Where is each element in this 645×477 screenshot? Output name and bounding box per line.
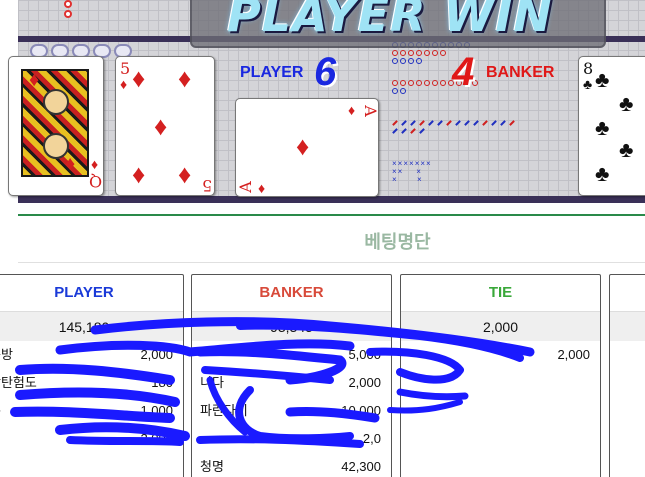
extra-bet-column — [609, 274, 645, 477]
banker-column-header: BANKER — [259, 284, 324, 301]
diamond-icon: ♦ — [348, 102, 356, 118]
banker-column-total: 93,345 — [192, 311, 391, 341]
bet-amount: 10,000 — [341, 403, 381, 418]
player-card-five: 5 ♦ ♦ ♦ ♦ ♦ ♦ 5 — [115, 56, 215, 196]
card-rank: 5 — [120, 59, 131, 78]
card-rank: 5 — [202, 176, 213, 195]
list-item: 쫀 1,000 — [0, 397, 183, 425]
tie-column-total: 2,000 — [401, 311, 600, 341]
club-icon: ♣ — [583, 76, 593, 92]
card-rank: 8 — [583, 59, 594, 78]
diamond-icon: ♦ — [29, 69, 40, 91]
small-road-marks: × × — [392, 175, 423, 184]
diamond-icon: ♦ — [178, 159, 192, 189]
card-rank: Q — [89, 172, 103, 191]
diamond-icon: ♦ — [296, 131, 310, 161]
section-divider — [18, 214, 645, 216]
bet-amount: 42,300 — [341, 459, 381, 474]
diamond-icon: ♦ — [120, 76, 128, 92]
club-icon: ♣ — [595, 67, 610, 92]
list-item: 2,000 — [401, 341, 600, 369]
diamond-icon: ♦ — [258, 180, 266, 196]
big-road-row — [392, 88, 406, 94]
bet-amount: 2,0 — [362, 431, 381, 446]
player-card-ace: A ♦ ♦ A ♦ — [235, 98, 379, 197]
bettor-name: 는방 — [0, 347, 13, 362]
bead-road-column — [64, 0, 72, 22]
bet-amount: 2,000 — [557, 347, 590, 362]
section-underline — [18, 262, 645, 263]
extra-column-total — [610, 311, 645, 341]
bettor-name: 파란다이 — [200, 403, 248, 418]
bet-amount: 180 — [151, 375, 173, 390]
bettor-name: 청명 — [200, 459, 224, 474]
bettor-name: 킴 — [0, 425, 1, 453]
bet-amount: 2,000 — [348, 375, 381, 390]
betting-list-title: 베팅명단 — [364, 232, 431, 252]
club-icon: ♣ — [595, 115, 610, 140]
tie-bet-column: TIE 2,000 2,000 — [400, 274, 601, 477]
queen-face-icon — [43, 89, 69, 115]
diamond-icon: ♦ — [132, 63, 146, 93]
list-item: 방탄험도 180 — [0, 369, 183, 397]
player-score: 6 — [314, 50, 337, 94]
list-item: 5,000 — [192, 341, 391, 369]
cockroach-road — [392, 120, 515, 126]
list-item: 청명 42,300 — [192, 453, 391, 477]
diamond-icon: ♦ — [132, 159, 146, 189]
diamond-icon: ♦ — [91, 156, 99, 172]
club-icon: ♣ — [619, 137, 634, 162]
list-item: 2,0 — [192, 425, 391, 453]
club-icon: ♣ — [619, 91, 634, 116]
player-column-total: 145,180 — [0, 311, 183, 341]
banker-score: 4 — [452, 50, 475, 94]
big-road-row — [392, 50, 446, 56]
result-banner-text: PLAYER WIN — [227, 0, 553, 42]
list-item: 킴 2,000 — [0, 425, 183, 453]
table-rail-bottom — [18, 196, 645, 203]
bet-amount: 2,000 — [140, 431, 173, 446]
bet-amount: 5,000 — [348, 347, 381, 362]
club-icon: ♣ — [595, 161, 610, 186]
list-item: 파란다이 10,000 — [192, 397, 391, 425]
card-rank: A — [235, 181, 255, 193]
player-card-queen: ♦ ♦ Q ♦ — [8, 56, 104, 196]
player-column-header: PLAYER — [54, 284, 114, 301]
list-item: 니다 2,000 — [192, 369, 391, 397]
big-road-row — [392, 58, 422, 64]
diamond-icon: ♦ — [154, 111, 168, 141]
card-rank: A — [360, 105, 379, 117]
cockroach-road — [392, 128, 425, 134]
bet-amount: 2,000 — [140, 347, 173, 362]
bet-amount: 1,000 — [140, 403, 173, 418]
bettor-name: 니다 — [200, 375, 224, 390]
player-label: PLAYER — [240, 64, 304, 81]
banker-card-eight: 8 ♣ ♣ ♣ ♣ ♣ ♣ — [578, 56, 645, 196]
diamond-icon: ♦ — [178, 63, 192, 93]
banker-bet-column: BANKER 93,345 5,000 니다 2,000 파란다이 10,000 2… — [191, 274, 392, 477]
bettor-name: 쫀 — [0, 397, 1, 425]
banker-label: BANKER — [486, 64, 555, 81]
player-bet-column: PLAYER 145,180 는방 2,000 방탄험도 180 쫀 1,000 킴 2… — [0, 274, 184, 477]
list-item: 는방 2,000 — [0, 341, 183, 369]
extra-column-header — [610, 275, 645, 311]
tie-column-header: TIE — [488, 284, 513, 301]
diamond-icon: ♦ — [65, 153, 76, 175]
bettor-name: 방탄험도 — [0, 375, 37, 390]
